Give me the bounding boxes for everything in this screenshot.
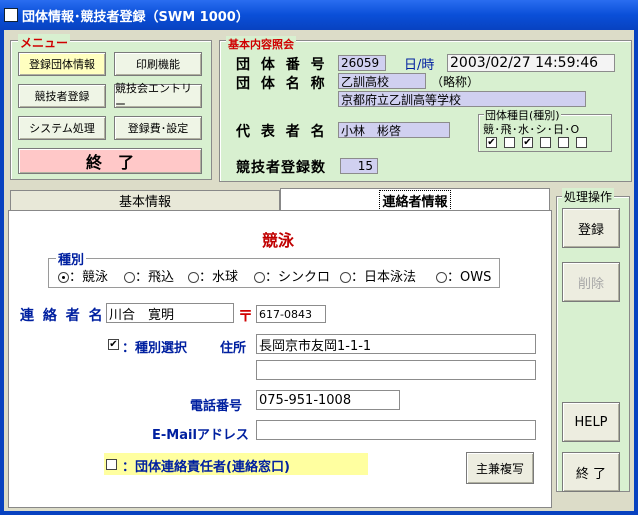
kind-radio-swim[interactable]: ：競泳 — [58, 266, 108, 285]
address-line1-input[interactable]: 長岡京市友岡1-1-1 — [256, 334, 536, 354]
athlete-register-button[interactable]: 競技者登録 — [18, 84, 106, 108]
kind-radio-synchro-label: ：シンクロ — [265, 270, 331, 285]
menu-exit-button[interactable]: 終 了 — [18, 148, 202, 174]
tab-contact-label: 連絡者情報 — [379, 189, 451, 211]
kind-radio-synchro[interactable]: ：シンクロ — [254, 266, 330, 285]
phone-input[interactable]: 075-951-1008 — [256, 390, 400, 410]
representative-label: 代 表 者 名 — [236, 124, 328, 140]
delete-button[interactable]: 削除 — [562, 262, 620, 302]
system-button[interactable]: システム処理 — [18, 116, 106, 140]
kind-radio-diving[interactable]: ：飛込 — [124, 266, 174, 285]
contact-name-input[interactable]: 川合 寛明 — [106, 303, 234, 323]
team-register-button[interactable]: 登録団体情報 — [18, 52, 106, 76]
team-name-full-field: 京都府立乙訓高等学校 — [338, 91, 586, 107]
kind-select-checkbox[interactable]: ✔ — [108, 339, 119, 350]
team-name-label: 団 体 名 称 — [236, 76, 328, 92]
tab-contact-info[interactable]: 連絡者情報 — [280, 188, 550, 211]
kind-radio-diving-dot — [124, 272, 135, 283]
athlete-count-label: 競技者登録数 — [236, 160, 326, 176]
help-button[interactable]: HELP — [562, 402, 620, 442]
kind-select-label: ：種別選択 — [122, 341, 188, 356]
team-name-short-field: 乙訓高校 — [338, 73, 426, 89]
category-check-waterpolo[interactable]: ✔ — [522, 137, 533, 148]
meet-entry-button[interactable]: 競技会エントリー — [114, 82, 202, 111]
window-title: 団体情報･競技者登録（SWM 1000） — [22, 9, 249, 25]
category-check-japanese[interactable] — [558, 137, 569, 148]
category-check-ows[interactable] — [576, 137, 587, 148]
basic-info-title: 基本内容照会 — [226, 36, 296, 52]
kind-radio-swim-label: ：競泳 — [69, 270, 109, 285]
kind-radio-synchro-dot — [254, 272, 265, 283]
operations-title: 処理操作 — [562, 188, 615, 205]
kind-radio-japanese[interactable]: ：日本泳法 — [340, 266, 416, 285]
datetime-field: 2003/02/27 14:59:46 — [447, 54, 615, 72]
team-number-label: 団 体 番 号 — [236, 57, 328, 73]
email-label: E-Mailアドレス — [152, 428, 249, 443]
window-frame-bottom — [0, 511, 638, 515]
register-button[interactable]: 登録 — [562, 208, 620, 248]
tab-basic-info[interactable]: 基本情報 — [10, 190, 280, 210]
zip-mark: 〒 — [238, 307, 254, 325]
contact-name-label: 連 絡 者 名 — [20, 308, 105, 324]
category-check-swim[interactable]: ✔ — [486, 137, 497, 148]
email-input[interactable] — [256, 420, 536, 440]
title-bar: 団体情報･競技者登録（SWM 1000） — [0, 0, 638, 30]
phone-label: 電話番号 — [190, 399, 243, 414]
address-line2-input[interactable] — [256, 360, 536, 380]
kind-radio-ows-label: ：OWS — [447, 270, 492, 285]
kind-radio-japanese-label: ：日本泳法 — [351, 270, 417, 285]
kind-radio-waterpolo-dot — [188, 272, 199, 283]
category-check-synchro[interactable] — [540, 137, 551, 148]
fee-settings-button[interactable]: 登録費･設定 — [114, 116, 202, 140]
app-icon — [4, 8, 18, 22]
kind-radio-japanese-dot — [340, 272, 351, 283]
athlete-count-field: 15 — [340, 158, 378, 174]
kind-radio-swim-dot — [58, 272, 69, 283]
menu-title: メニュー — [18, 34, 71, 51]
window-frame-right — [634, 30, 638, 515]
contact-heading: 競泳 — [262, 231, 295, 250]
abbrev-label: （略称） — [431, 75, 480, 89]
responsible-label: ：団体連絡責任者(連絡窓口) — [122, 460, 290, 475]
zip-input[interactable]: 617-0843 — [256, 305, 326, 323]
category-check-diving[interactable] — [504, 137, 515, 148]
address-label: 住所 — [220, 341, 247, 356]
copy-button[interactable]: 主兼複写 — [466, 452, 534, 484]
team-category-headers: 競･飛･水･シ･日･O — [483, 123, 580, 136]
kind-radio-ows[interactable]: ：OWS — [436, 266, 491, 285]
kind-radio-ows-dot — [436, 272, 447, 283]
kind-radio-diving-label: ：飛込 — [135, 270, 175, 285]
representative-field: 小林 彬啓 — [338, 122, 450, 138]
team-number-field: 26059 — [338, 55, 386, 71]
responsible-checkbox[interactable] — [106, 459, 117, 470]
ops-exit-button[interactable]: 終 了 — [562, 452, 620, 492]
print-button[interactable]: 印刷機能 — [114, 52, 202, 76]
kind-radio-waterpolo[interactable]: ：水球 — [188, 266, 238, 285]
kind-radio-waterpolo-label: ：水球 — [199, 270, 239, 285]
datetime-label: 日/時 — [404, 58, 435, 73]
